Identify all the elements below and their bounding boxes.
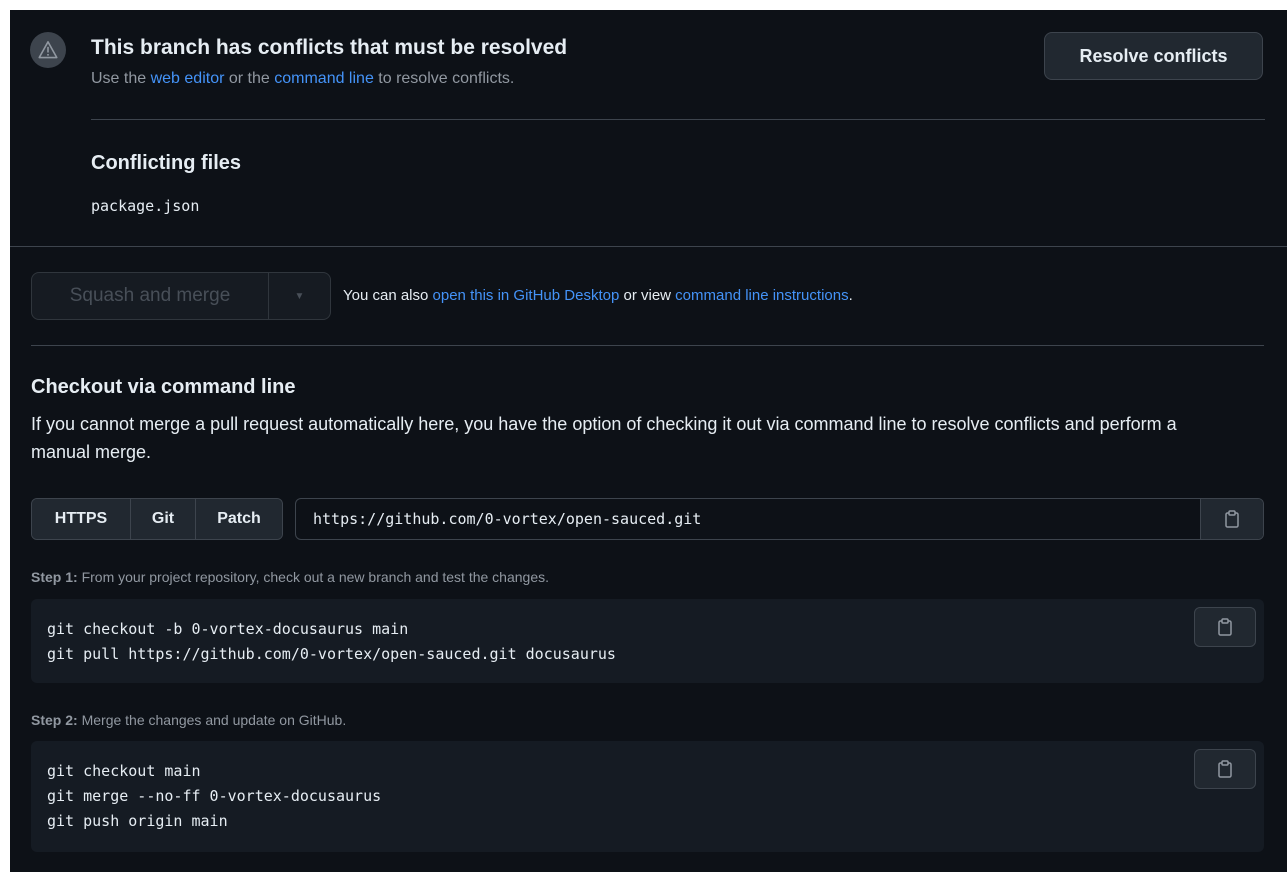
divider <box>91 119 1265 120</box>
command-line-link[interactable]: command line <box>274 70 374 87</box>
note-middle: or view <box>619 287 676 304</box>
code-line: git pull https://github.com/0-vortex/ope… <box>47 645 616 663</box>
note-prefix: You can also <box>343 287 433 304</box>
step-1-prefix: Step 1: <box>31 569 78 585</box>
step-2-label: Step 2: Merge the changes and update on … <box>31 712 346 728</box>
divider <box>10 246 1287 247</box>
tab-git[interactable]: Git <box>131 499 196 539</box>
clone-url-box <box>295 498 1264 540</box>
clipboard-icon <box>1218 760 1232 778</box>
copy-url-button[interactable] <box>1200 499 1263 539</box>
step-1-label: Step 1: From your project repository, ch… <box>31 569 549 585</box>
caret-down-icon: ▼ <box>294 290 305 302</box>
step-2-prefix: Step 2: <box>31 712 78 728</box>
step-1-code-block: git checkout -b 0-vortex-docusaurus main… <box>31 599 1264 683</box>
merge-status-panel: This branch has conflicts that must be r… <box>10 10 1287 872</box>
copy-step-1-button[interactable] <box>1194 607 1256 647</box>
merge-button-group: Squash and merge ▼ <box>31 272 331 320</box>
squash-and-merge-button[interactable]: Squash and merge <box>32 273 269 319</box>
conflict-title: This branch has conflicts that must be r… <box>91 36 568 59</box>
conflict-sub-suffix: to resolve conflicts. <box>373 70 515 87</box>
open-github-desktop-link[interactable]: open this in GitHub Desktop <box>433 287 620 304</box>
step-2-code: git checkout main git merge --no-ff 0-vor… <box>47 759 381 834</box>
merge-alternatives-note: You can also open this in GitHub Desktop… <box>343 287 853 304</box>
tab-patch[interactable]: Patch <box>196 499 282 539</box>
protocol-selector: HTTPS Git Patch <box>31 498 283 540</box>
code-line: git push origin main <box>47 812 228 830</box>
step-1-text: From your project repository, check out … <box>77 569 550 585</box>
web-editor-link[interactable]: web editor <box>151 70 225 87</box>
step-1-code: git checkout -b 0-vortex-docusaurus main… <box>47 617 616 667</box>
conflict-sub-middle: or the <box>224 70 275 87</box>
conflict-subtitle: Use the web editor or the command line t… <box>91 70 514 88</box>
conflicting-files-heading: Conflicting files <box>91 152 241 174</box>
conflict-sub-prefix: Use the <box>91 70 151 87</box>
code-line: git checkout -b 0-vortex-docusaurus main <box>47 620 409 638</box>
step-2-code-block: git checkout main git merge --no-ff 0-vor… <box>31 741 1264 852</box>
clone-url-input[interactable] <box>296 499 1200 539</box>
merge-options-dropdown[interactable]: ▼ <box>269 273 330 319</box>
alert-icon <box>30 32 66 68</box>
code-line: git checkout main <box>47 762 201 780</box>
resolve-conflicts-button[interactable]: Resolve conflicts <box>1044 32 1263 80</box>
divider <box>31 345 1264 346</box>
tab-https[interactable]: HTTPS <box>32 499 131 539</box>
code-line: git merge --no-ff 0-vortex-docusaurus <box>47 787 382 805</box>
step-2-text: Merge the changes and update on GitHub. <box>77 712 347 728</box>
clipboard-icon <box>1225 510 1239 528</box>
checkout-title: Checkout via command line <box>31 376 296 398</box>
conflicting-file: package.json <box>91 197 200 215</box>
checkout-description: If you cannot merge a pull request autom… <box>31 414 1177 462</box>
note-suffix: . <box>848 287 853 304</box>
clipboard-icon <box>1218 618 1232 636</box>
command-line-instructions-link[interactable]: command line instructions <box>675 287 848 304</box>
copy-step-2-button[interactable] <box>1194 749 1256 789</box>
